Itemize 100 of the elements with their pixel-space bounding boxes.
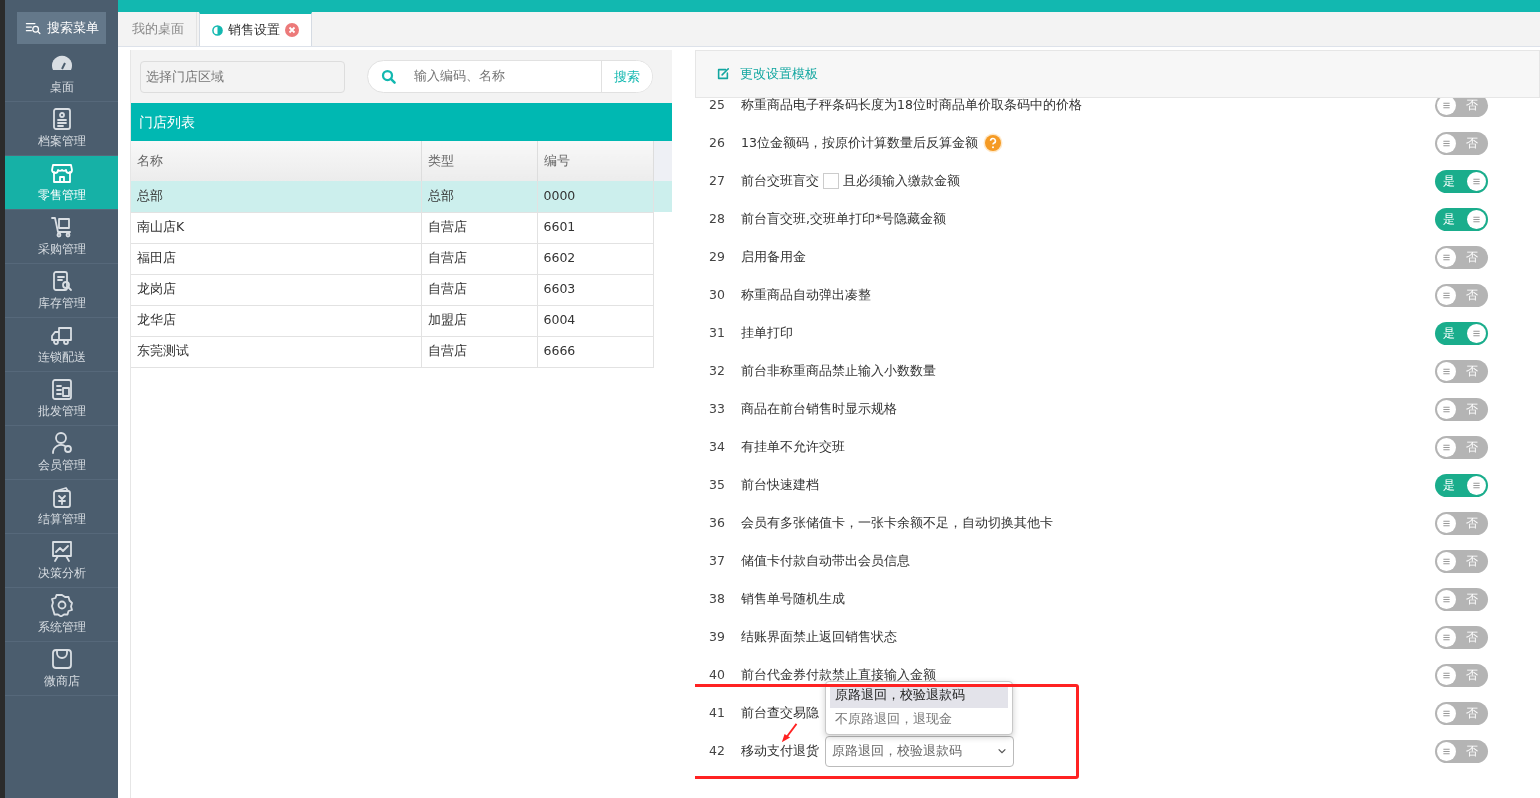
row-number: 27 xyxy=(709,171,726,190)
dropdown-option[interactable]: 不原路退回，退现金 xyxy=(830,707,1008,732)
panel-title: 门店列表 xyxy=(131,103,672,141)
setting-label: 称重商品自动弹出凑整 xyxy=(741,285,871,304)
sidebar-item[interactable]: 桌面 xyxy=(5,48,118,102)
search-menu-button[interactable]: 搜索菜单 xyxy=(17,12,106,44)
column-header: 编号 xyxy=(537,141,653,181)
setting-label: 启用备用金 xyxy=(741,247,806,266)
toggle-switch[interactable]: 是 xyxy=(1435,321,1488,345)
setting-label: 移动支付退货 xyxy=(741,741,819,760)
setting-label: 有挂单不允许交班 xyxy=(741,437,845,456)
table-cell[interactable]: 总部 xyxy=(131,181,421,212)
lines-icon xyxy=(1441,669,1452,681)
row-number: 37 xyxy=(709,551,726,570)
lines-icon xyxy=(1441,99,1452,111)
lines-icon xyxy=(1441,631,1452,643)
lines-icon xyxy=(1441,403,1452,415)
row-number: 36 xyxy=(709,513,726,532)
setting-label: 13位金额码，按原价计算数量后反算金额 xyxy=(741,133,1003,153)
sidebar-item[interactable]: 库存管理 xyxy=(5,264,118,318)
region-field[interactable]: 选择门店区域 xyxy=(140,60,345,93)
help-icon xyxy=(982,133,1003,153)
setting-label: 前台代金券付款禁止直接输入金额 xyxy=(741,665,936,684)
lines-icon xyxy=(1441,365,1452,377)
table-cell[interactable]: 6004 xyxy=(537,305,653,336)
edit-icon xyxy=(716,67,730,81)
lines-icon xyxy=(1441,137,1452,149)
table-cell[interactable]: 东莞测试 xyxy=(131,336,421,367)
template-link[interactable]: 更改设置模板 xyxy=(716,64,818,84)
table-cell[interactable]: 6602 xyxy=(537,243,653,274)
sidebar-item[interactable]: 微商店 xyxy=(5,642,118,696)
setting-label: 称重商品电子秤条码长度为18位时商品单价取条码中的价格 xyxy=(741,98,1082,114)
lines-icon xyxy=(1441,555,1452,567)
row-number: 39 xyxy=(709,627,726,646)
setting-label: 商品在前台销售时显示规格 xyxy=(741,399,897,418)
table-cell[interactable]: 自营店 xyxy=(421,212,537,243)
sidebar-item[interactable]: 连锁配送 xyxy=(5,318,118,372)
row-number: 30 xyxy=(709,285,726,304)
table-cell[interactable]: 0000 xyxy=(537,181,653,212)
setting-label: 前台非称重商品禁止输入小数数量 xyxy=(741,361,936,380)
sidebar-item[interactable]: 结算管理 xyxy=(5,480,118,534)
checkbox-label: 且必须输入缴款金额 xyxy=(843,171,960,190)
sidebar-item[interactable]: 系统管理 xyxy=(5,588,118,642)
setting-label: 挂单打印 xyxy=(741,323,793,342)
row-number: 41 xyxy=(709,703,726,722)
table-cell[interactable]: 自营店 xyxy=(421,336,537,367)
row-number: 28 xyxy=(709,209,726,228)
dropdown-select[interactable]: 原路退回，校验退款码 xyxy=(825,735,1014,767)
sidebar-item[interactable]: 会员管理 xyxy=(5,426,118,480)
tab[interactable]: 我的桌面 xyxy=(120,12,197,46)
table-cell[interactable]: 自营店 xyxy=(421,243,537,274)
sidebar-item[interactable]: 批发管理 xyxy=(5,372,118,426)
checkbox[interactable] xyxy=(823,173,839,189)
table-cell[interactable]: 6666 xyxy=(537,336,653,367)
lines-icon xyxy=(1441,593,1452,605)
setting-label: 前台查交易隐 xyxy=(741,703,819,722)
user-icon xyxy=(49,430,74,455)
lines-icon xyxy=(1441,289,1452,301)
row-number: 34 xyxy=(709,437,726,456)
column-header: 类型 xyxy=(421,141,537,181)
table-cell[interactable]: 6601 xyxy=(537,212,653,243)
toggle-switch[interactable]: 是 xyxy=(1435,207,1488,231)
setting-label: 前台快速建档 xyxy=(741,475,819,494)
row-number: 38 xyxy=(709,589,726,608)
lines-icon xyxy=(1471,175,1482,187)
row-number: 42 xyxy=(709,741,726,760)
clipboard-icon xyxy=(49,376,74,401)
toggle-switch[interactable]: 是 xyxy=(1435,473,1488,497)
table-cell[interactable]: 总部 xyxy=(421,181,537,212)
lines-icon xyxy=(1471,213,1482,225)
toggle-switch[interactable]: 是 xyxy=(1435,169,1488,193)
lines-icon xyxy=(1441,517,1452,529)
lines-icon xyxy=(1441,441,1452,453)
table-cell[interactable]: 自营店 xyxy=(421,274,537,305)
setting-label: 销售单号随机生成 xyxy=(741,589,845,608)
row-number: 35 xyxy=(709,475,726,494)
setting-label: 储值卡付款自动带出会员信息 xyxy=(741,551,910,570)
sidebar-item[interactable]: 采购管理 xyxy=(5,210,118,264)
table-cell[interactable]: 南山店K xyxy=(131,212,421,243)
table-cell[interactable]: 加盟店 xyxy=(421,305,537,336)
setting-label: 结账界面禁止返回销售状态 xyxy=(741,627,897,646)
table-cell[interactable]: 龙华店 xyxy=(131,305,421,336)
row-number: 32 xyxy=(709,361,726,380)
table-cell[interactable]: 6603 xyxy=(537,274,653,305)
row-number: 31 xyxy=(709,323,726,342)
gear-icon xyxy=(49,592,74,617)
setting-label: 会员有多张储值卡，一张卡余额不足，自动切换其他卡 xyxy=(741,513,1053,532)
lines-icon xyxy=(1441,745,1452,757)
half-circle-icon xyxy=(212,24,223,36)
row-number: 40 xyxy=(709,665,726,684)
sidebar-item[interactable]: 决策分析 xyxy=(5,534,118,588)
table-cell[interactable]: 龙岗店 xyxy=(131,274,421,305)
setting-label: 前台交班盲交 xyxy=(741,171,819,190)
caret-icon xyxy=(997,746,1007,756)
row-number: 25 xyxy=(709,98,726,114)
cart-icon xyxy=(49,214,74,239)
table-cell[interactable]: 福田店 xyxy=(131,243,421,274)
tab[interactable]: 销售设置 xyxy=(199,12,312,46)
chart-board-icon xyxy=(49,538,74,563)
row-number: 29 xyxy=(709,247,726,266)
